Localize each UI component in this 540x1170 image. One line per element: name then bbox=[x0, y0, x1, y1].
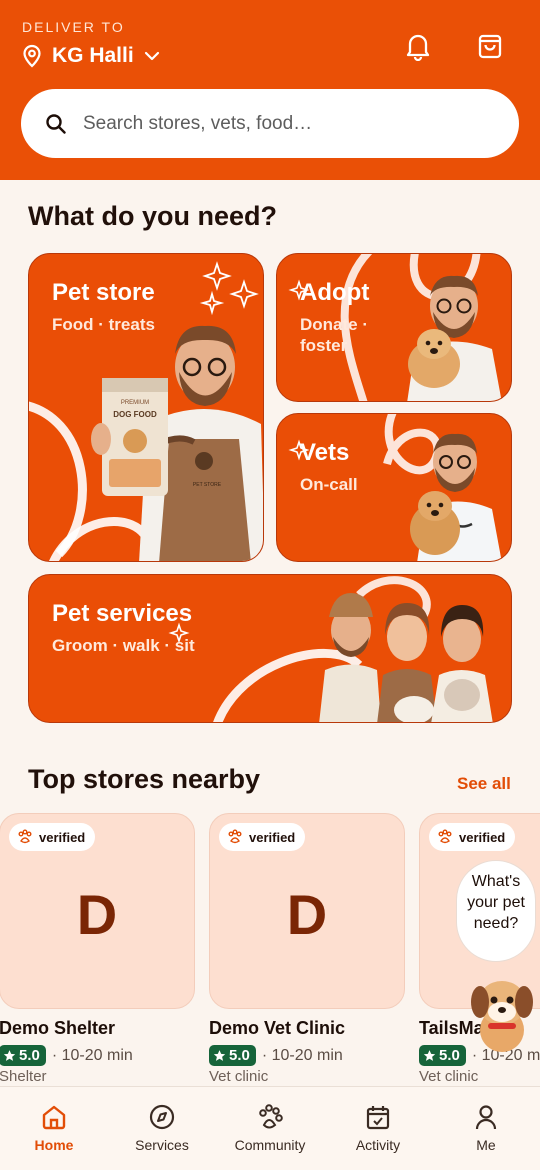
rating-badge: 5.0 bbox=[419, 1045, 466, 1066]
star-icon bbox=[3, 1050, 16, 1061]
apron-text: PET STORE bbox=[193, 482, 222, 488]
paw-icon bbox=[18, 829, 32, 844]
pet-services-card[interactable]: Pet services Groom · walk · sit bbox=[28, 574, 512, 723]
rating-badge: 5.0 bbox=[209, 1045, 256, 1066]
vets-card[interactable]: Vets On-call bbox=[276, 413, 512, 562]
search-bar[interactable] bbox=[21, 89, 519, 158]
assistant-speech-bubble[interactable]: What's your pet need? bbox=[456, 860, 536, 962]
compass-icon bbox=[149, 1104, 175, 1130]
store-name: Demo Vet Clinic bbox=[209, 1018, 346, 1038]
see-all-link[interactable]: See all bbox=[457, 774, 511, 794]
nav-services[interactable]: Services bbox=[108, 1087, 216, 1170]
rating-value: 5.0 bbox=[439, 1047, 460, 1064]
bag-product-text: DOG FOOD bbox=[113, 410, 157, 419]
card-subtitle-adopt: Donate · foster bbox=[300, 315, 368, 355]
store-card[interactable]: verified D Demo Shelter 5.0 · 10-20 min … bbox=[0, 813, 195, 1085]
store-meta: 5.0 · 10-20 min bbox=[0, 1045, 195, 1066]
location-name: KG Halli bbox=[52, 44, 134, 67]
paw-icon bbox=[259, 1104, 283, 1129]
notification-button[interactable] bbox=[402, 30, 434, 62]
bottom-navigation: Home Services Community Activity Me bbox=[0, 1086, 540, 1170]
person-icon bbox=[475, 1105, 497, 1130]
paw-icon bbox=[228, 829, 242, 844]
nav-label: Me bbox=[476, 1137, 496, 1153]
dog-mascot-icon[interactable] bbox=[466, 968, 538, 1058]
verified-badge: verified bbox=[219, 823, 306, 851]
paw-icon bbox=[438, 829, 452, 844]
shopping-bag-icon bbox=[478, 34, 502, 59]
app-header: DELIVER TO KG Halli bbox=[0, 0, 540, 180]
nav-label: Services bbox=[135, 1137, 189, 1153]
verified-label: verified bbox=[249, 829, 296, 845]
cart-button[interactable] bbox=[474, 30, 506, 62]
bag-brand-text: PREMIUM bbox=[121, 400, 149, 406]
card-title-adopt: Adopt bbox=[300, 279, 370, 306]
home-icon bbox=[42, 1105, 66, 1130]
pet-store-card[interactable]: PREMIUM DOG FOOD PET STORE Pet store Foo… bbox=[28, 253, 264, 562]
card-subtitle-pet-store: Food · treats bbox=[52, 315, 155, 334]
rating-value: 5.0 bbox=[19, 1047, 40, 1064]
search-input[interactable] bbox=[83, 112, 483, 135]
store-initial: D bbox=[286, 883, 328, 946]
store-thumbnail: verified D bbox=[0, 813, 195, 1009]
verified-badge: verified bbox=[429, 823, 516, 851]
nav-home[interactable]: Home bbox=[0, 1087, 108, 1170]
star-icon bbox=[423, 1050, 436, 1061]
location-selector[interactable]: KG Halli bbox=[22, 44, 160, 68]
bell-icon bbox=[406, 34, 430, 61]
store-thumbnail: verified D bbox=[209, 813, 405, 1009]
adopt-card[interactable]: Adopt Donate · foster bbox=[276, 253, 512, 402]
calendar-icon bbox=[366, 1106, 390, 1130]
chevron-down-icon bbox=[144, 51, 159, 61]
card-title-pet-services: Pet services bbox=[52, 600, 193, 627]
store-type: Shelter bbox=[0, 1068, 47, 1085]
store-initial: D bbox=[76, 883, 118, 946]
nav-community[interactable]: Community bbox=[216, 1087, 324, 1170]
store-type: Vet clinic bbox=[419, 1068, 479, 1085]
store-card[interactable]: verified D Demo Vet Clinic 5.0 · 10-20 m… bbox=[209, 813, 405, 1085]
nav-me[interactable]: Me bbox=[432, 1087, 540, 1170]
card-subtitle-vets: On-call bbox=[300, 475, 358, 494]
verified-label: verified bbox=[459, 829, 506, 845]
card-title-vets: Vets bbox=[300, 439, 350, 466]
section-title-stores: Top stores nearby bbox=[28, 764, 261, 794]
store-type: Vet clinic bbox=[209, 1068, 269, 1085]
verified-label: verified bbox=[39, 829, 86, 845]
delivery-time: · 10-20 min bbox=[261, 1046, 343, 1064]
card-subtitle-pet-services: Groom · walk · sit bbox=[52, 636, 195, 655]
nav-label: Activity bbox=[355, 1137, 401, 1153]
nav-label: Community bbox=[234, 1137, 306, 1153]
nav-activity[interactable]: Activity bbox=[324, 1087, 432, 1170]
delivery-time: · 10-20 min bbox=[51, 1046, 133, 1064]
deliver-to-label: DELIVER TO bbox=[22, 19, 125, 35]
nav-label: Home bbox=[34, 1137, 74, 1153]
location-pin-icon bbox=[23, 44, 41, 68]
section-title-need: What do you need? bbox=[28, 201, 277, 231]
store-name: Demo Shelter bbox=[0, 1018, 116, 1038]
store-meta: 5.0 · 10-20 min bbox=[209, 1045, 405, 1066]
search-icon bbox=[46, 113, 66, 134]
rating-badge: 5.0 bbox=[0, 1045, 46, 1066]
star-icon bbox=[213, 1050, 226, 1061]
rating-value: 5.0 bbox=[229, 1047, 250, 1064]
card-title-pet-store: Pet store bbox=[52, 279, 155, 306]
verified-badge: verified bbox=[9, 823, 96, 851]
